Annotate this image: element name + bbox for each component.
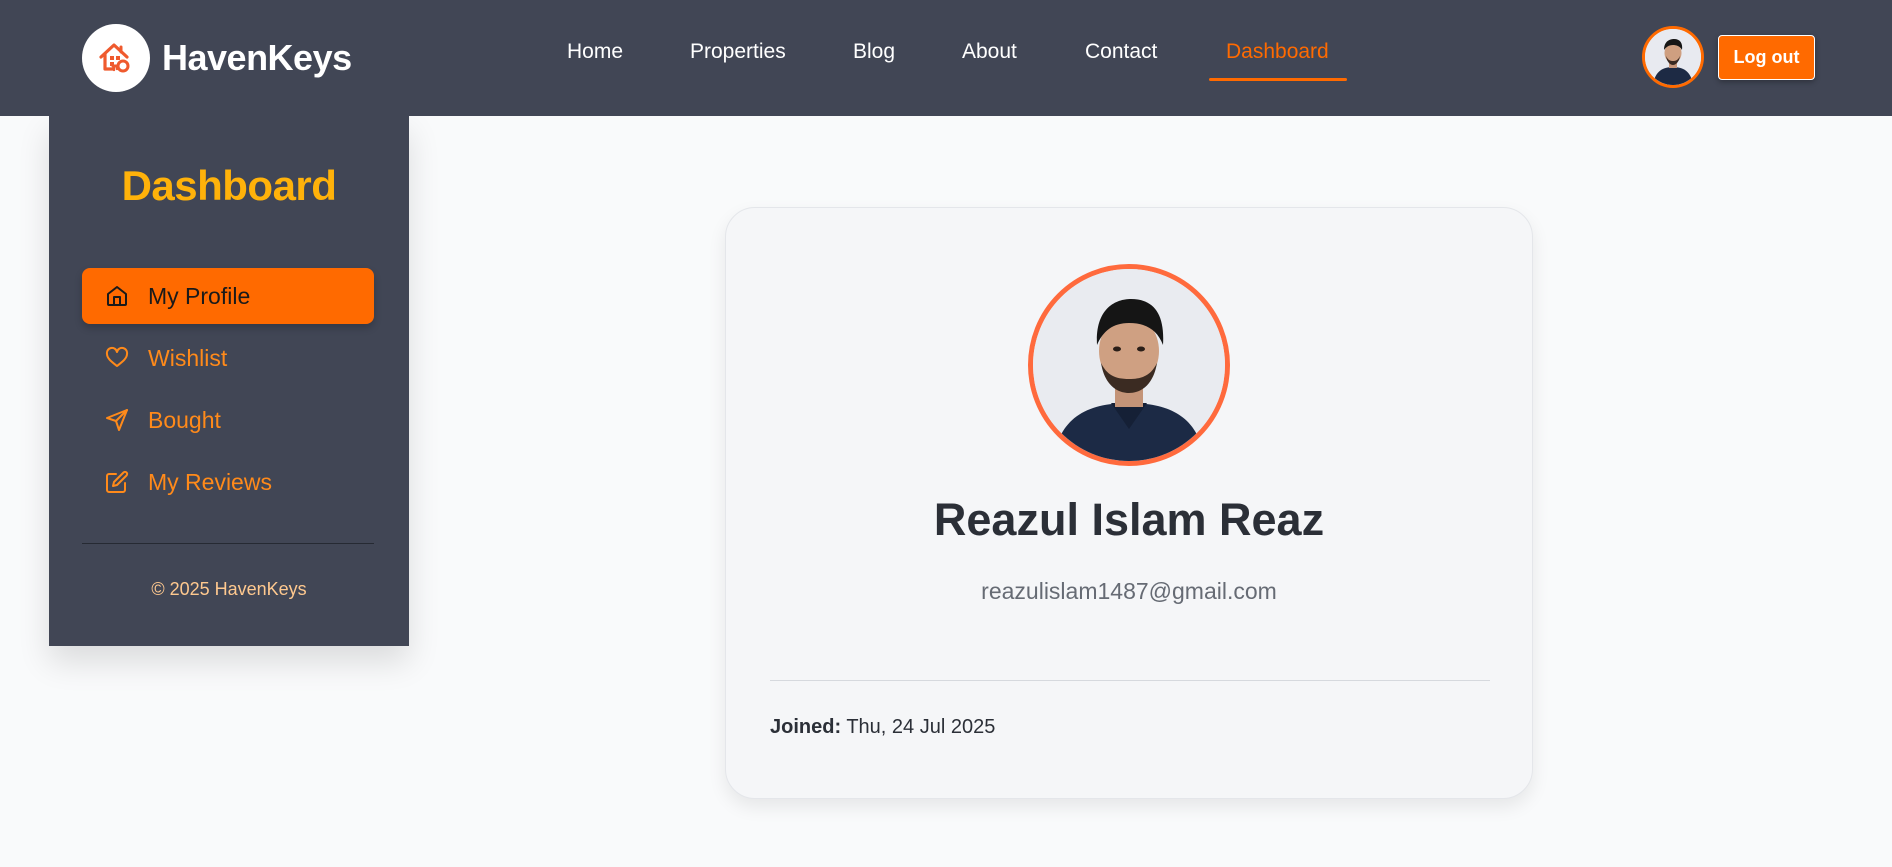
- nav-link-properties[interactable]: Properties: [690, 40, 786, 64]
- nav-link-contact[interactable]: Contact: [1085, 40, 1157, 64]
- sidebar-item-bought[interactable]: Bought: [82, 392, 374, 448]
- profile-photo: [1028, 264, 1230, 466]
- sidebar-title: Dashboard: [121, 162, 337, 209]
- heart-icon: [104, 345, 130, 371]
- sidebar-divider: [82, 543, 374, 544]
- profile-card: Reazul Islam Reaz reazulislam1487@gmail.…: [725, 207, 1533, 799]
- top-navbar: HavenKeys Home Properties Blog About Con…: [0, 0, 1892, 116]
- send-icon: [104, 407, 130, 433]
- joined-info: Joined: Thu, 24 Jul 2025: [770, 716, 995, 739]
- nav-link-dashboard[interactable]: Dashboard: [1226, 40, 1329, 64]
- sidebar-item-wishlist[interactable]: Wishlist: [82, 330, 374, 386]
- active-nav-underline: [1209, 78, 1347, 81]
- card-divider: [770, 680, 1490, 681]
- sidebar-item-label: My Reviews: [148, 468, 272, 495]
- home-icon: [104, 283, 130, 309]
- logout-button[interactable]: Log out: [1718, 35, 1815, 80]
- dashboard-sidebar: Dashboard My Profile Wishlist Bought My …: [49, 116, 409, 646]
- profile-portrait-icon: [1033, 269, 1225, 461]
- profile-email: reazulislam1487@gmail.com: [981, 578, 1277, 604]
- sidebar-item-label: Bought: [148, 406, 221, 433]
- joined-label: Joined:: [770, 716, 842, 738]
- nav-link-home[interactable]: Home: [567, 40, 623, 64]
- sidebar-copyright: © 2025 HavenKeys: [151, 579, 307, 599]
- sidebar-item-my-reviews[interactable]: My Reviews: [82, 454, 374, 510]
- edit-icon: [104, 469, 130, 495]
- user-avatar[interactable]: [1642, 26, 1704, 88]
- sidebar-item-my-profile[interactable]: My Profile: [82, 268, 374, 324]
- sidebar-item-label: Wishlist: [148, 344, 228, 371]
- avatar-portrait-icon: [1645, 29, 1701, 85]
- sidebar-item-label: My Profile: [148, 282, 251, 309]
- main-nav: Home Properties Blog About Contact Dashb…: [0, 0, 1892, 116]
- nav-link-blog[interactable]: Blog: [853, 40, 895, 64]
- joined-date: Thu, 24 Jul 2025: [846, 716, 996, 738]
- profile-name: Reazul Islam Reaz: [933, 494, 1325, 545]
- nav-link-about[interactable]: About: [962, 40, 1017, 64]
